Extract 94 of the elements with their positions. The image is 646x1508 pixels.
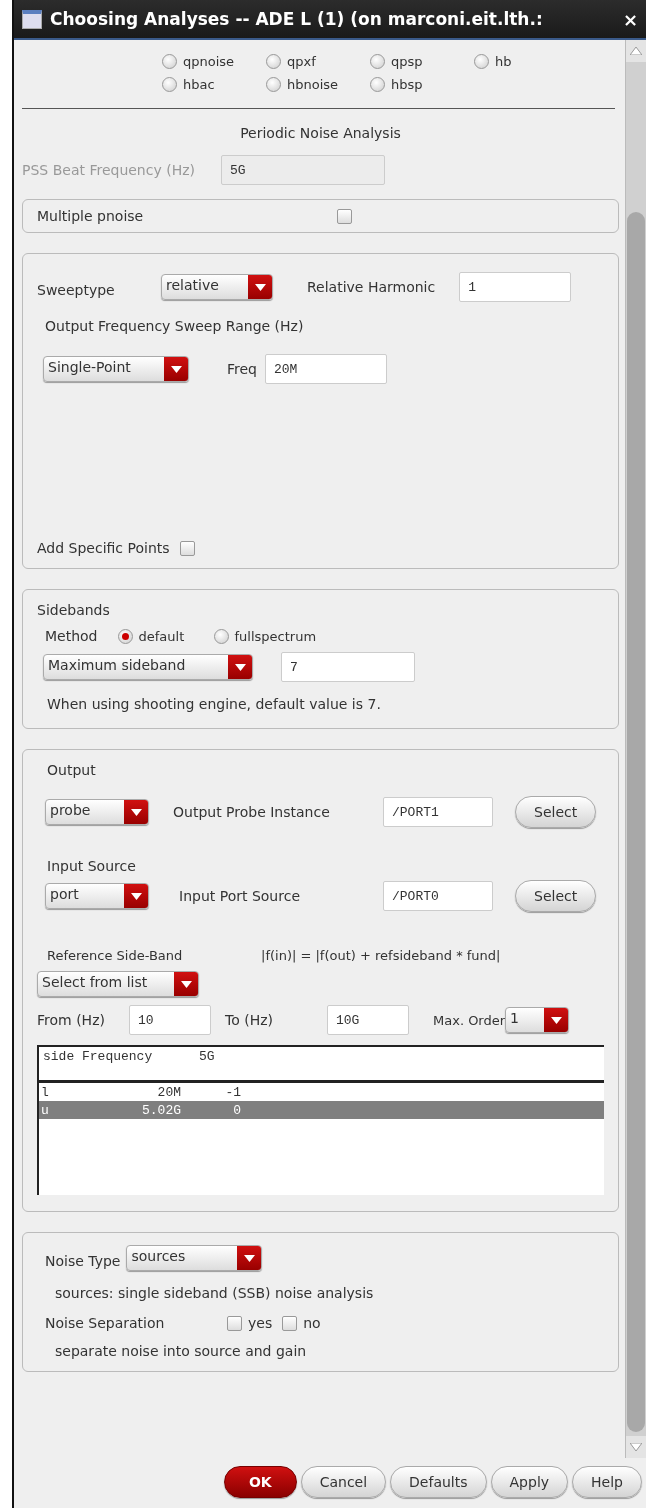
field-label: Output Frequency Sweep Range (Hz) <box>45 318 305 334</box>
checkbox[interactable] <box>337 208 352 224</box>
field-label: To (Hz) <box>225 1012 274 1028</box>
field-label: Sweeptype <box>37 281 116 298</box>
caret-icon <box>254 283 266 291</box>
caret-icon <box>130 808 142 816</box>
checkbox-label: yes <box>248 1315 273 1331</box>
group-title: Output <box>47 762 97 778</box>
table-row[interactable]: u 5.02G 0 <box>39 1101 604 1119</box>
field-label: Noise Type <box>45 1252 121 1269</box>
window-title: Choosing Analyses -- ADE L (1) (on marconi.eit.lth.: <box>50 9 544 29</box>
hint-text: separate noise into source and gain <box>55 1343 308 1359</box>
select-button[interactable]: Select <box>515 880 597 912</box>
close-button[interactable]: × <box>618 8 642 30</box>
field-label: Max. Order <box>433 1012 506 1028</box>
dialog-button[interactable]: Cancel <box>300 1466 387 1498</box>
window-icon <box>22 9 42 29</box>
radio-option[interactable]: qpsp <box>370 54 423 69</box>
input-field[interactable]: /PORT1 <box>383 797 493 827</box>
table-cell-text: 0 <box>232 1102 241 1118</box>
table-cell-text: 20M <box>156 1084 181 1100</box>
dropdown[interactable]: Single-Point <box>43 356 189 382</box>
formula-text: |f(in)| = |f(out) + refsideband * fund| <box>261 948 501 963</box>
field-label: Noise Separation <box>45 1315 166 1331</box>
field-label: Method <box>45 628 98 644</box>
dropdown[interactable]: relative <box>161 274 273 300</box>
group-title: Input Source <box>47 858 137 874</box>
dropdown[interactable]: sources <box>126 1245 263 1271</box>
caret-icon <box>180 980 192 988</box>
radio-button[interactable] <box>213 628 229 644</box>
dialog-button[interactable]: Help <box>572 1466 642 1498</box>
radio-option[interactable]: qpxf <box>266 54 316 69</box>
table-cell-text: l <box>41 1084 50 1100</box>
field-label: PSS Beat Frequency (Hz) <box>22 162 195 178</box>
radio-option[interactable]: default <box>117 628 185 644</box>
field-label: Freq <box>227 361 257 377</box>
caret-icon <box>234 663 246 671</box>
scroll-down-icon[interactable] <box>630 1443 642 1451</box>
radio-button[interactable] <box>474 54 489 69</box>
dropdown[interactable]: Select from list <box>37 971 199 997</box>
radio-option[interactable]: hbac <box>162 77 215 92</box>
radio-option[interactable]: hb <box>474 54 512 69</box>
caret-icon <box>550 1016 562 1024</box>
scroll-thumb[interactable] <box>627 212 645 1432</box>
input-field[interactable]: 1 <box>459 272 572 302</box>
checkbox[interactable] <box>179 540 195 556</box>
checkbox-label: Add Specific Points <box>37 540 170 556</box>
radio-button[interactable] <box>266 54 281 69</box>
section-title: Periodic Noise Analysis <box>239 124 402 143</box>
scrollbar[interactable] <box>625 40 646 1458</box>
dropdown[interactable]: port <box>45 883 149 909</box>
hint-text: sources: single sideband (SSB) noise analysis <box>55 1285 375 1301</box>
dialog-button[interactable]: Apply <box>490 1466 569 1498</box>
radio-option[interactable]: fullspectrum <box>213 628 317 644</box>
caret-icon <box>130 892 142 900</box>
field-label: From (Hz) <box>37 1012 106 1028</box>
dropdown[interactable]: Maximum sideband <box>43 654 253 680</box>
radio-button[interactable] <box>162 77 177 92</box>
table-header: side Frequency 5G <box>37 1045 604 1083</box>
radio-option[interactable]: hbnoise <box>266 77 339 92</box>
field-label: Relative Harmonic <box>307 279 436 295</box>
dialog-button[interactable]: Defaults <box>390 1466 487 1498</box>
caret-icon <box>170 365 182 373</box>
table-row[interactable]: l 20M -1 <box>39 1083 604 1101</box>
radio-button[interactable] <box>162 54 177 69</box>
radio-button[interactable] <box>117 628 133 644</box>
input-field[interactable]: 20M <box>265 354 387 384</box>
input-field[interactable]: /PORT0 <box>383 881 493 911</box>
checkbox-label: no <box>303 1315 321 1331</box>
checkbox[interactable] <box>227 1315 242 1331</box>
input-field[interactable]: 7 <box>281 652 415 682</box>
checkbox[interactable] <box>282 1315 298 1331</box>
field-label: Output Probe Instance <box>173 804 331 820</box>
radio-option[interactable]: hbsp <box>370 77 423 92</box>
checkbox-label: Multiple pnoise <box>37 208 145 224</box>
input-field[interactable]: 10G <box>327 1005 409 1035</box>
dropdown[interactable]: 1 <box>505 1007 570 1033</box>
input-field[interactable]: 10 <box>129 1005 211 1035</box>
hint-text: When using shooting engine, default value is 7. <box>47 696 382 712</box>
table-cell-text: 5.02G <box>141 1102 181 1118</box>
group-title: Sidebands <box>37 602 111 618</box>
table-cell-text: u <box>41 1102 50 1118</box>
field-label: Reference Side-Band <box>47 948 184 963</box>
radio-option[interactable]: qpnoise <box>162 54 235 69</box>
radio-button[interactable] <box>370 77 385 92</box>
table-cell-text: -1 <box>224 1084 241 1100</box>
radio-button[interactable] <box>266 77 281 92</box>
scroll-up-icon[interactable] <box>630 47 642 55</box>
radio-button[interactable] <box>370 54 385 69</box>
dropdown[interactable]: probe <box>45 799 149 825</box>
field-label: Input Port Source <box>179 888 301 904</box>
caret-icon <box>243 1254 255 1262</box>
dialog-button[interactable]: OK <box>223 1466 297 1498</box>
select-button[interactable]: Select <box>515 796 597 828</box>
